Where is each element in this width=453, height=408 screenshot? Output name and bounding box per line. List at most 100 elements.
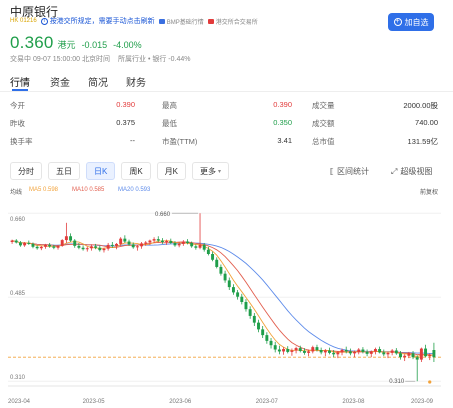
- y-tick-label: 0.485: [10, 291, 26, 297]
- stat-value: 2000.00股: [403, 101, 438, 110]
- candle-body: [135, 246, 139, 248]
- tab-quote[interactable]: 行情: [10, 74, 30, 89]
- candle-body: [286, 349, 290, 352]
- stat-value: --: [130, 136, 135, 145]
- range-stats-button[interactable]: ⟦ 区间统计: [330, 166, 369, 177]
- header-sub-row: HK 01216 i 按港交所规定，需要手动点击刷新 BMP基础行情 港交所合交…: [10, 16, 258, 26]
- candle-body: [231, 287, 235, 293]
- fullscreen-view-button[interactable]: ⤢ 超级视图: [391, 166, 432, 177]
- quote-info-row: 交易中 09-07 15:00:00 北京时间 所属行业 • 银行 -0.44%: [10, 54, 190, 64]
- candle-body: [115, 243, 118, 246]
- stat-label: 最低: [162, 119, 177, 128]
- info-icon: i: [40, 17, 48, 25]
- tab-finance[interactable]: 财务: [126, 74, 146, 89]
- candle-body: [156, 239, 160, 241]
- candle-body: [98, 247, 102, 251]
- add-watchlist-label: 加自选: [404, 17, 429, 27]
- candle-body: [48, 244, 52, 247]
- candle-body: [373, 349, 377, 352]
- stats-row: 昨收 0.375 最低 0.350 成交额 740.00: [10, 118, 440, 134]
- candle-body: [390, 350, 394, 353]
- candle-body: [403, 355, 407, 358]
- range-stats-label: 区间统计: [336, 167, 369, 176]
- refresh-notice[interactable]: i 按港交所规定，需要手动点击刷新: [40, 16, 155, 26]
- period-button[interactable]: 周K: [121, 162, 151, 180]
- tab-capital[interactable]: 资金: [50, 74, 70, 89]
- candle-body: [294, 348, 298, 351]
- candle-body: [215, 259, 219, 267]
- add-watchlist-button[interactable]: + 加自选: [388, 13, 434, 31]
- candle-body: [307, 351, 311, 353]
- y-tick-label: 0.310: [10, 375, 26, 381]
- candle-body: [144, 242, 148, 244]
- candle-body: [428, 354, 432, 357]
- chart-legend: 均线 MA5 0.598 MA10 0.585 MA20 0.593 前复权: [10, 187, 440, 197]
- tab-profile[interactable]: 简况: [88, 74, 108, 89]
- candle-body: [211, 254, 215, 260]
- event-marker: [428, 380, 432, 384]
- candle-body: [277, 349, 281, 352]
- candle-body: [332, 352, 336, 355]
- candle-body: [411, 353, 415, 358]
- candle-body: [265, 335, 269, 341]
- period-button[interactable]: 五日: [48, 162, 80, 180]
- candle-body: [257, 322, 260, 330]
- x-tick-label: 2023-07: [256, 399, 279, 405]
- candle-body: [240, 296, 244, 302]
- candle-body: [432, 350, 436, 358]
- x-tick-label: 2023-04: [8, 399, 31, 405]
- stats-row: 换手率 -- 市盈(TTM) 3.41 总市值 131.59亿: [10, 136, 440, 152]
- current-price: 0.360: [10, 33, 54, 52]
- industry-link[interactable]: 所属行业 • 银行 -0.44%: [118, 54, 190, 64]
- exchange-tag-icon: [207, 18, 214, 24]
- candlestick-chart[interactable]: 0.660 0.485 0.310 2023-04 2023-05 2023-06 2023…: [8, 198, 441, 406]
- x-tick-label: 2023-06: [169, 399, 192, 405]
- candle-body: [378, 349, 382, 353]
- candle-body: [353, 351, 357, 354]
- candle-body: [73, 240, 77, 246]
- more-periods-dropdown[interactable]: 更多 ▾: [192, 162, 230, 180]
- stats-row: 今开 0.390 最高 0.390 成交量 2000.00股: [10, 100, 440, 116]
- candle-body: [89, 246, 93, 249]
- max-price-label: 0.660: [155, 212, 171, 218]
- candle-body: [261, 329, 265, 336]
- candle-body: [223, 273, 227, 281]
- stat-label: 换手率: [10, 137, 33, 146]
- bmp-tag: BMP基础行情: [158, 17, 204, 26]
- stat-value: 740.00: [415, 118, 438, 127]
- stat-value: 131.59亿: [407, 137, 438, 146]
- stat-label: 成交量: [312, 101, 335, 110]
- candle-body: [52, 246, 56, 248]
- period-button[interactable]: 月K: [156, 162, 187, 180]
- candle-body: [344, 350, 348, 352]
- candle-body: [85, 248, 89, 250]
- candle-body: [315, 347, 319, 350]
- candle-body: [60, 240, 64, 246]
- refresh-notice-text: 按港交所规定，需要手动点击刷新: [49, 18, 155, 25]
- candle-body: [186, 241, 189, 243]
- candle-body: [302, 350, 306, 353]
- header-bar: 中原银行 HK 01216 i 按港交所规定，需要手动点击刷新 BMP基础行情 …: [0, 0, 453, 32]
- candle-body: [31, 243, 35, 247]
- candle-body: [119, 238, 123, 244]
- candle-body: [394, 350, 398, 354]
- period-selector: 分时 五日 日K 周K 月K 更多 ▾: [10, 162, 230, 182]
- fullscreen-view-label: 超级视图: [400, 167, 433, 176]
- market-tag: HK 01216: [10, 18, 37, 24]
- candle-body: [424, 348, 428, 357]
- candle-body: [206, 249, 210, 254]
- candle-body: [202, 244, 206, 250]
- stat-label: 今开: [10, 101, 25, 110]
- stat-value: 3.41: [277, 136, 292, 145]
- candle-body: [348, 351, 352, 354]
- price-row: 0.360 港元 -0.015 -4.00%: [10, 33, 142, 53]
- candle-body: [194, 246, 198, 248]
- candle-body: [227, 280, 231, 288]
- candle-body: [77, 245, 81, 248]
- period-button[interactable]: 分时: [10, 162, 42, 180]
- legend-adjust-mode[interactable]: 前复权: [420, 187, 438, 196]
- x-tick-label: 2023-09: [411, 399, 434, 405]
- candle-body: [81, 247, 85, 250]
- candle-body: [419, 348, 423, 360]
- period-button-selected[interactable]: 日K: [86, 162, 116, 180]
